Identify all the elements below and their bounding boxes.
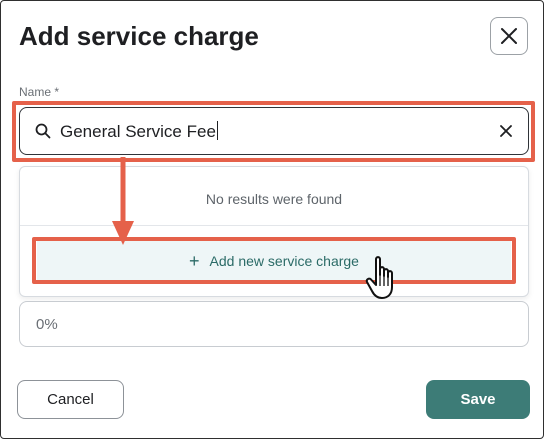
save-button[interactable]: Save [426,380,530,419]
annotation-highlight-search [12,101,535,162]
hand-pointer-cursor-icon [365,256,393,299]
rate-value: 0% [36,316,58,333]
dialog-title: Add service charge [19,21,259,51]
annotation-highlight-add-new [32,237,516,284]
annotation-arrow-icon [112,157,134,245]
rate-input[interactable]: 0% [19,301,529,347]
name-field-label: Name * [19,85,60,99]
cancel-button[interactable]: Cancel [17,380,124,419]
close-icon [501,28,517,44]
no-results-message: No results were found [205,191,343,207]
close-button[interactable] [490,17,528,55]
dialog: Add service charge Name * General Servic… [0,0,544,439]
dropdown-divider [20,225,528,226]
